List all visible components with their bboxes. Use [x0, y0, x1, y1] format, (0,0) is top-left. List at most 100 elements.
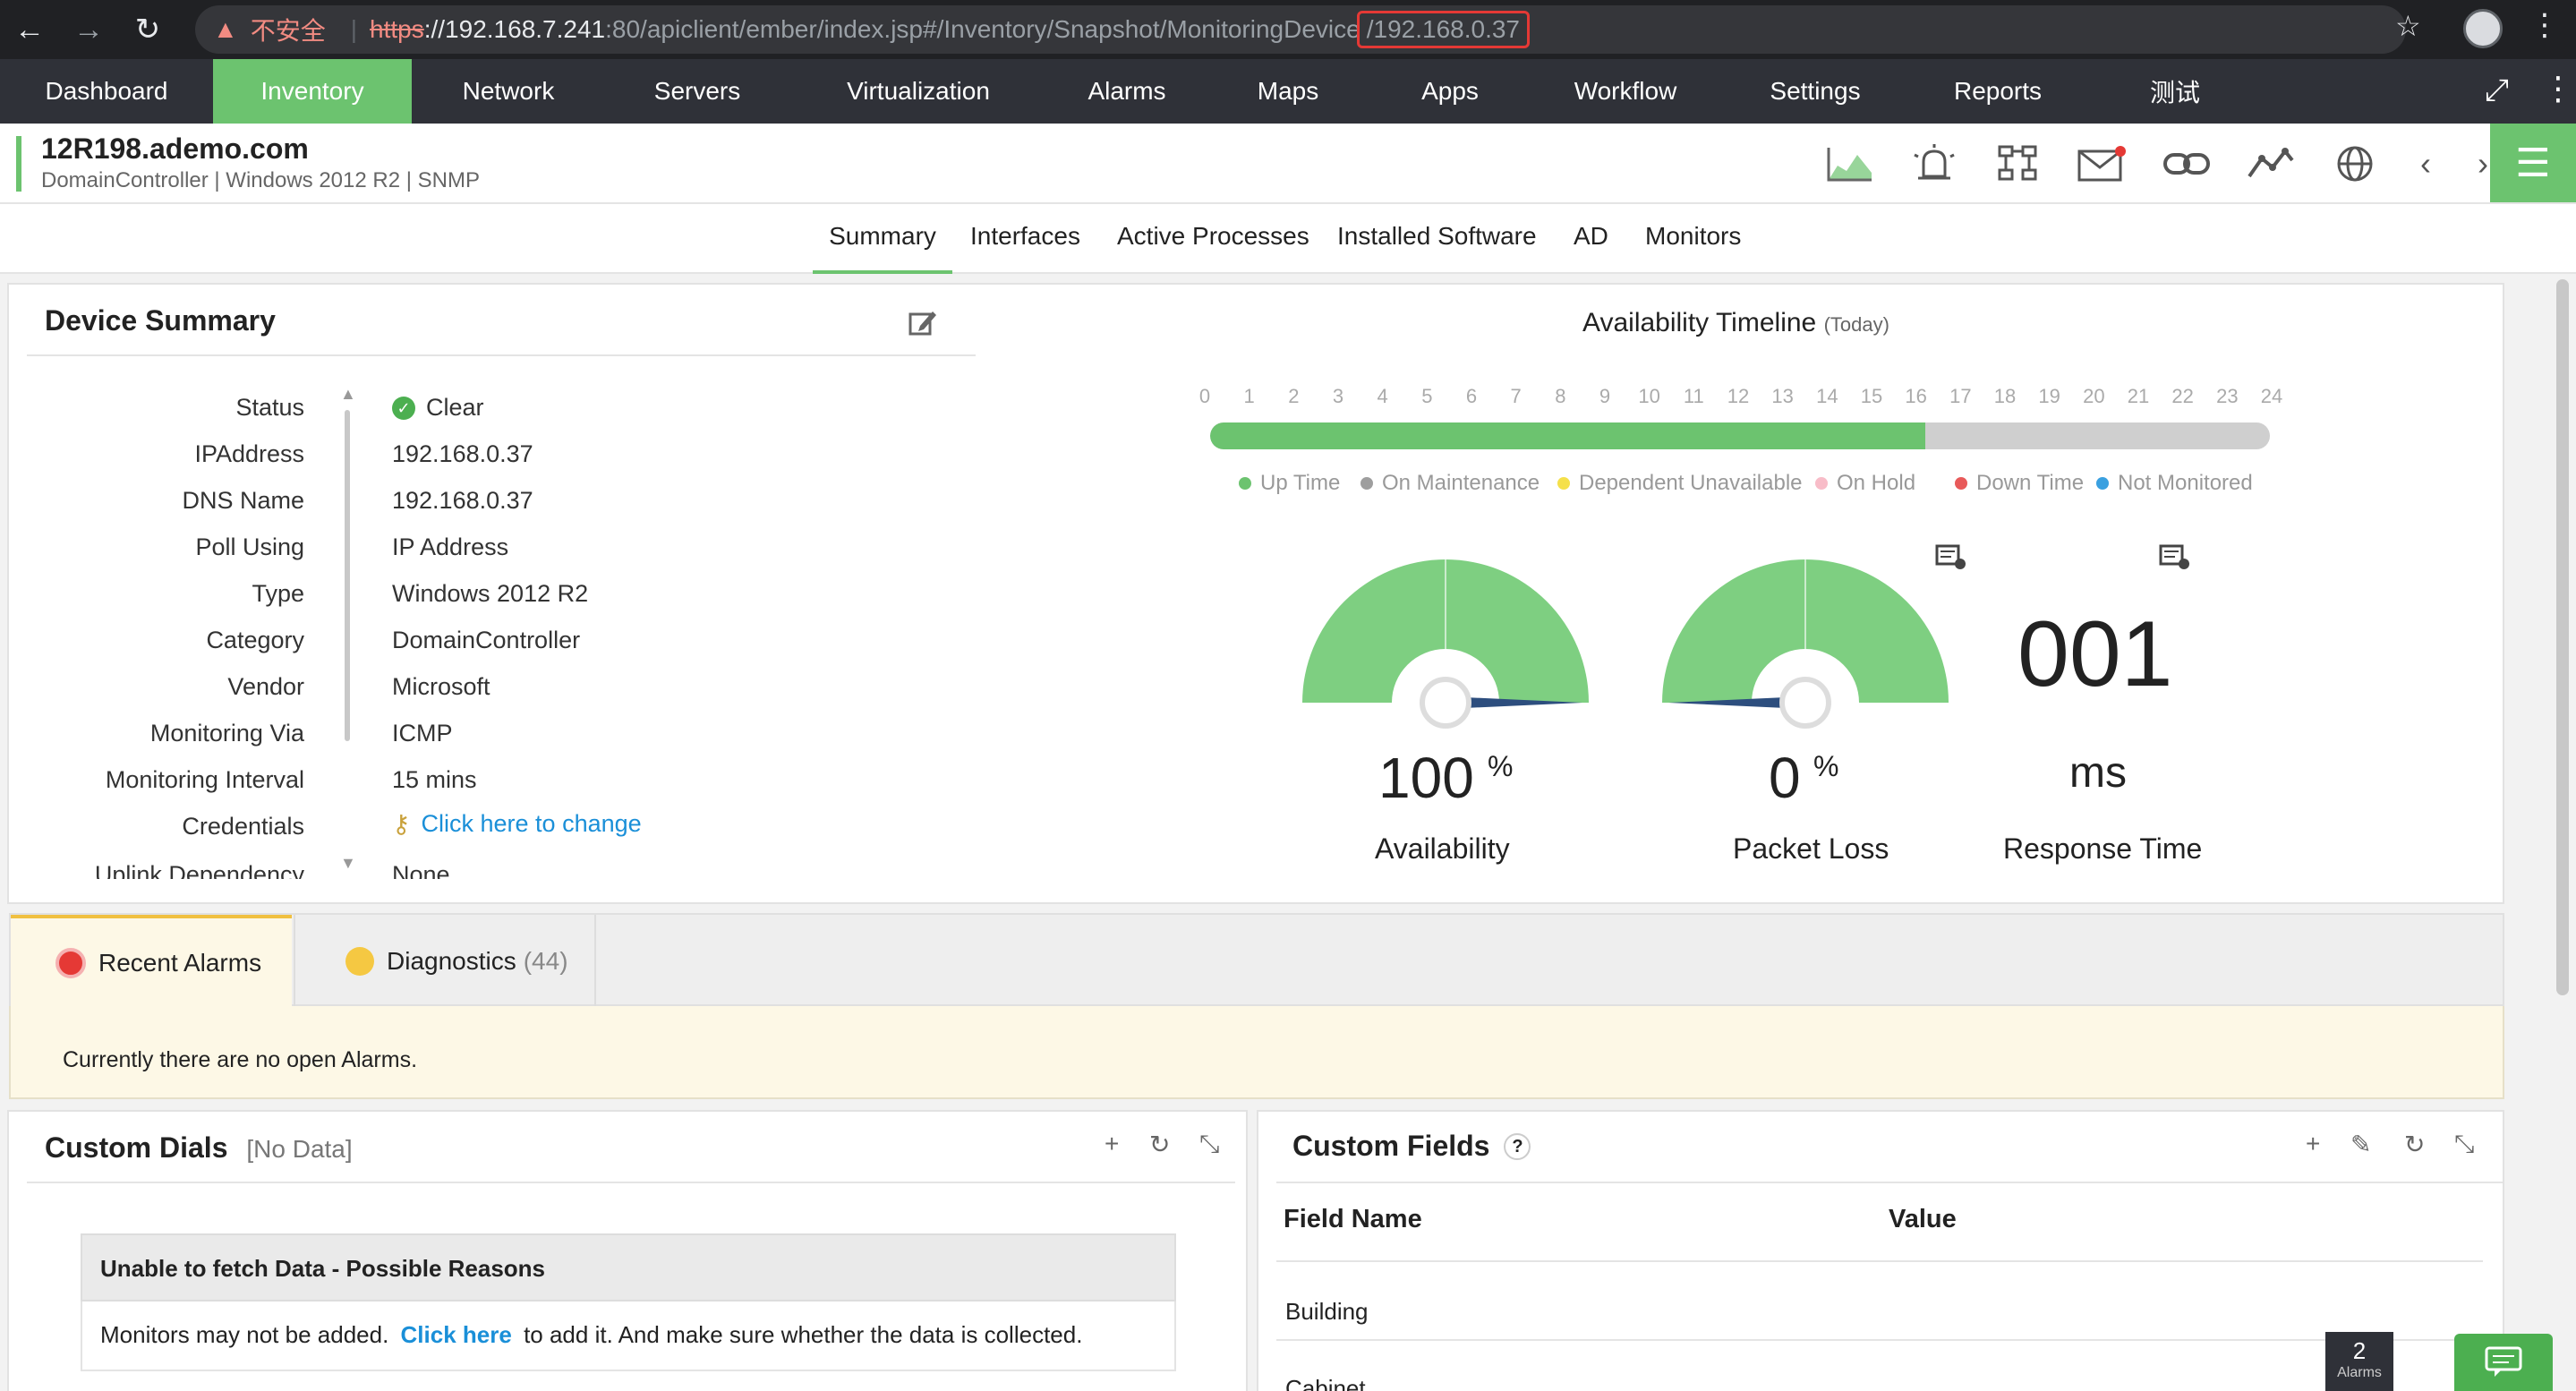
- monitoring-interval-value: 15 mins: [392, 766, 477, 793]
- custom-fields-title: Custom Fields ?: [1292, 1130, 1531, 1163]
- nav-workflow[interactable]: Workflow: [1531, 59, 1720, 124]
- prev-device-icon[interactable]: ‹: [2397, 140, 2454, 188]
- network-topology-icon[interactable]: [1976, 140, 2060, 188]
- reload-icon[interactable]: ↻: [118, 0, 177, 59]
- report-icon-response[interactable]: [2157, 542, 2193, 577]
- legend-item: On Hold: [1815, 471, 1915, 496]
- trend-line-icon[interactable]: [2229, 140, 2313, 188]
- refresh-fields-icon[interactable]: ↻: [2404, 1130, 2425, 1159]
- globe-icon[interactable]: [2313, 140, 2397, 188]
- device-subtitle: DomainController | Windows 2012 R2 | SNM…: [41, 168, 480, 192]
- nav-settings[interactable]: Settings: [1720, 59, 1910, 124]
- scroll-down-icon[interactable]: ▼: [340, 854, 356, 873]
- legend-item: Dependent Unavailable: [1557, 471, 1803, 496]
- help-icon[interactable]: ?: [1504, 1132, 1531, 1160]
- summary-scrollbar[interactable]: ▲ ▼: [340, 385, 356, 875]
- alarm-bell-icon[interactable]: [1892, 140, 1976, 188]
- nav-inventory[interactable]: Inventory: [213, 59, 412, 124]
- label-dns-name: DNS Name: [182, 487, 304, 514]
- tab-installed-software[interactable]: Installed Software: [1337, 222, 1537, 274]
- monitoring-via-value: ICMP: [392, 720, 453, 747]
- tab-summary[interactable]: Summary: [813, 222, 952, 274]
- timeline-hour-10: 10: [1638, 385, 1660, 407]
- timeline-hour-15: 15: [1860, 385, 1883, 407]
- timeline-hour-2: 2: [1288, 385, 1300, 407]
- credentials-value: ⚷ Click here to change: [392, 809, 642, 839]
- refresh-icon[interactable]: ↻: [1149, 1130, 1170, 1159]
- timeline-hour-23: 23: [2216, 385, 2239, 407]
- tab-active-processes[interactable]: Active Processes: [1117, 222, 1309, 274]
- browser-menu-icon[interactable]: ⋮: [2529, 7, 2560, 43]
- nav-virtualization[interactable]: Virtualization: [789, 59, 1047, 124]
- maximize-fields-icon[interactable]: ⤡: [2454, 1130, 2474, 1159]
- report-icon[interactable]: [1933, 542, 1969, 577]
- edit-fields-icon[interactable]: ✎: [2350, 1130, 2371, 1159]
- tab-monitors[interactable]: Monitors: [1645, 222, 1741, 274]
- nav-alarms[interactable]: Alarms: [1047, 59, 1207, 124]
- timeline-hour-4: 4: [1377, 385, 1388, 407]
- tab-diagnostics[interactable]: Diagnostics (44): [294, 915, 596, 1008]
- bookmark-star-icon[interactable]: ☆: [2395, 9, 2421, 43]
- timeline-bar: [1210, 422, 2270, 449]
- key-icon: ⚷: [392, 810, 411, 838]
- label-monitoring-interval: Monitoring Interval: [105, 766, 304, 793]
- legend-item: On Maintenance: [1361, 471, 1540, 496]
- nav-network[interactable]: Network: [412, 59, 605, 124]
- chat-icon[interactable]: [2454, 1334, 2553, 1391]
- more-icon[interactable]: ⋮: [2542, 70, 2574, 107]
- timeline-uptime-segment: [1210, 422, 1926, 449]
- nav-apps[interactable]: Apps: [1369, 59, 1531, 124]
- alarms-content: Currently there are no open Alarms.: [9, 1006, 2504, 1099]
- edit-icon[interactable]: [908, 308, 938, 345]
- graph-icon[interactable]: [1808, 140, 1892, 188]
- forward-icon[interactable]: →: [59, 0, 118, 59]
- snapshot-tabs: Summary Interfaces Active Processes Inst…: [0, 204, 2576, 274]
- add-field-icon[interactable]: +: [2306, 1130, 2320, 1158]
- page-scrollbar[interactable]: [2556, 279, 2569, 995]
- address-bar[interactable]: ▲ 不安全 | https ://192.168.7.241 :80/apicl…: [195, 5, 2406, 54]
- hamburger-menu-icon[interactable]: ☰: [2490, 124, 2576, 202]
- packet-loss-value: 0: [1769, 746, 1801, 810]
- timeline-hour-14: 14: [1816, 385, 1838, 407]
- legend-dot: [2096, 477, 2109, 490]
- nav-test[interactable]: 测试: [2086, 59, 2265, 124]
- change-credentials-link[interactable]: Click here to change: [422, 810, 642, 838]
- alarms-tabs: Recent Alarms Diagnostics (44): [9, 913, 2504, 1008]
- timeline-hour-11: 11: [1683, 385, 1704, 407]
- add-monitor-link[interactable]: Click here: [401, 1321, 512, 1348]
- add-icon[interactable]: +: [1105, 1130, 1119, 1158]
- timeline-hour-19: 19: [2038, 385, 2060, 407]
- label-monitoring-via: Monitoring Via: [149, 720, 304, 747]
- nav-servers[interactable]: Servers: [605, 59, 789, 124]
- nav-dashboard[interactable]: Dashboard: [0, 59, 213, 124]
- mail-icon[interactable]: [2060, 140, 2145, 188]
- dns-name-value: 192.168.0.37: [392, 487, 533, 514]
- packet-loss-unit: %: [1813, 750, 1839, 782]
- scroll-up-icon[interactable]: ▲: [340, 385, 356, 404]
- timeline-hour-9: 9: [1599, 385, 1611, 407]
- device-toolbar: ‹ ›: [1808, 140, 2512, 188]
- timeline-hour-21: 21: [2127, 385, 2150, 407]
- insecure-label: 不安全: [250, 17, 326, 45]
- profile-avatar[interactable]: [2463, 9, 2503, 48]
- ipaddress-value: 192.168.0.37: [392, 440, 533, 467]
- tab-ad[interactable]: AD: [1574, 222, 1608, 274]
- link-icon[interactable]: [2145, 140, 2229, 188]
- nav-reports[interactable]: Reports: [1910, 59, 2086, 124]
- alarm-counter-widget[interactable]: 2 Alarms: [2325, 1332, 2393, 1391]
- type-value: Windows 2012 R2: [392, 580, 589, 607]
- legend-dot: [1557, 477, 1570, 490]
- legend-item: Not Monitored: [2096, 471, 2253, 496]
- availability-unit: %: [1488, 750, 1514, 782]
- back-icon[interactable]: ←: [0, 0, 59, 59]
- tab-recent-alarms[interactable]: Recent Alarms: [11, 915, 292, 1008]
- nav-maps[interactable]: Maps: [1207, 59, 1369, 124]
- tab-interfaces[interactable]: Interfaces: [970, 222, 1080, 274]
- timeline-hour-6: 6: [1465, 385, 1478, 407]
- custom-dials-title: Custom Dials [No Data]: [45, 1131, 353, 1164]
- expand-icon[interactable]: ⤢: [2485, 73, 2509, 108]
- table-row: Building: [1285, 1298, 1369, 1325]
- timeline-hour-24: 24: [2260, 385, 2283, 407]
- maximize-icon[interactable]: ⤡: [1199, 1130, 1219, 1159]
- timeline-hour-18: 18: [1993, 385, 2017, 407]
